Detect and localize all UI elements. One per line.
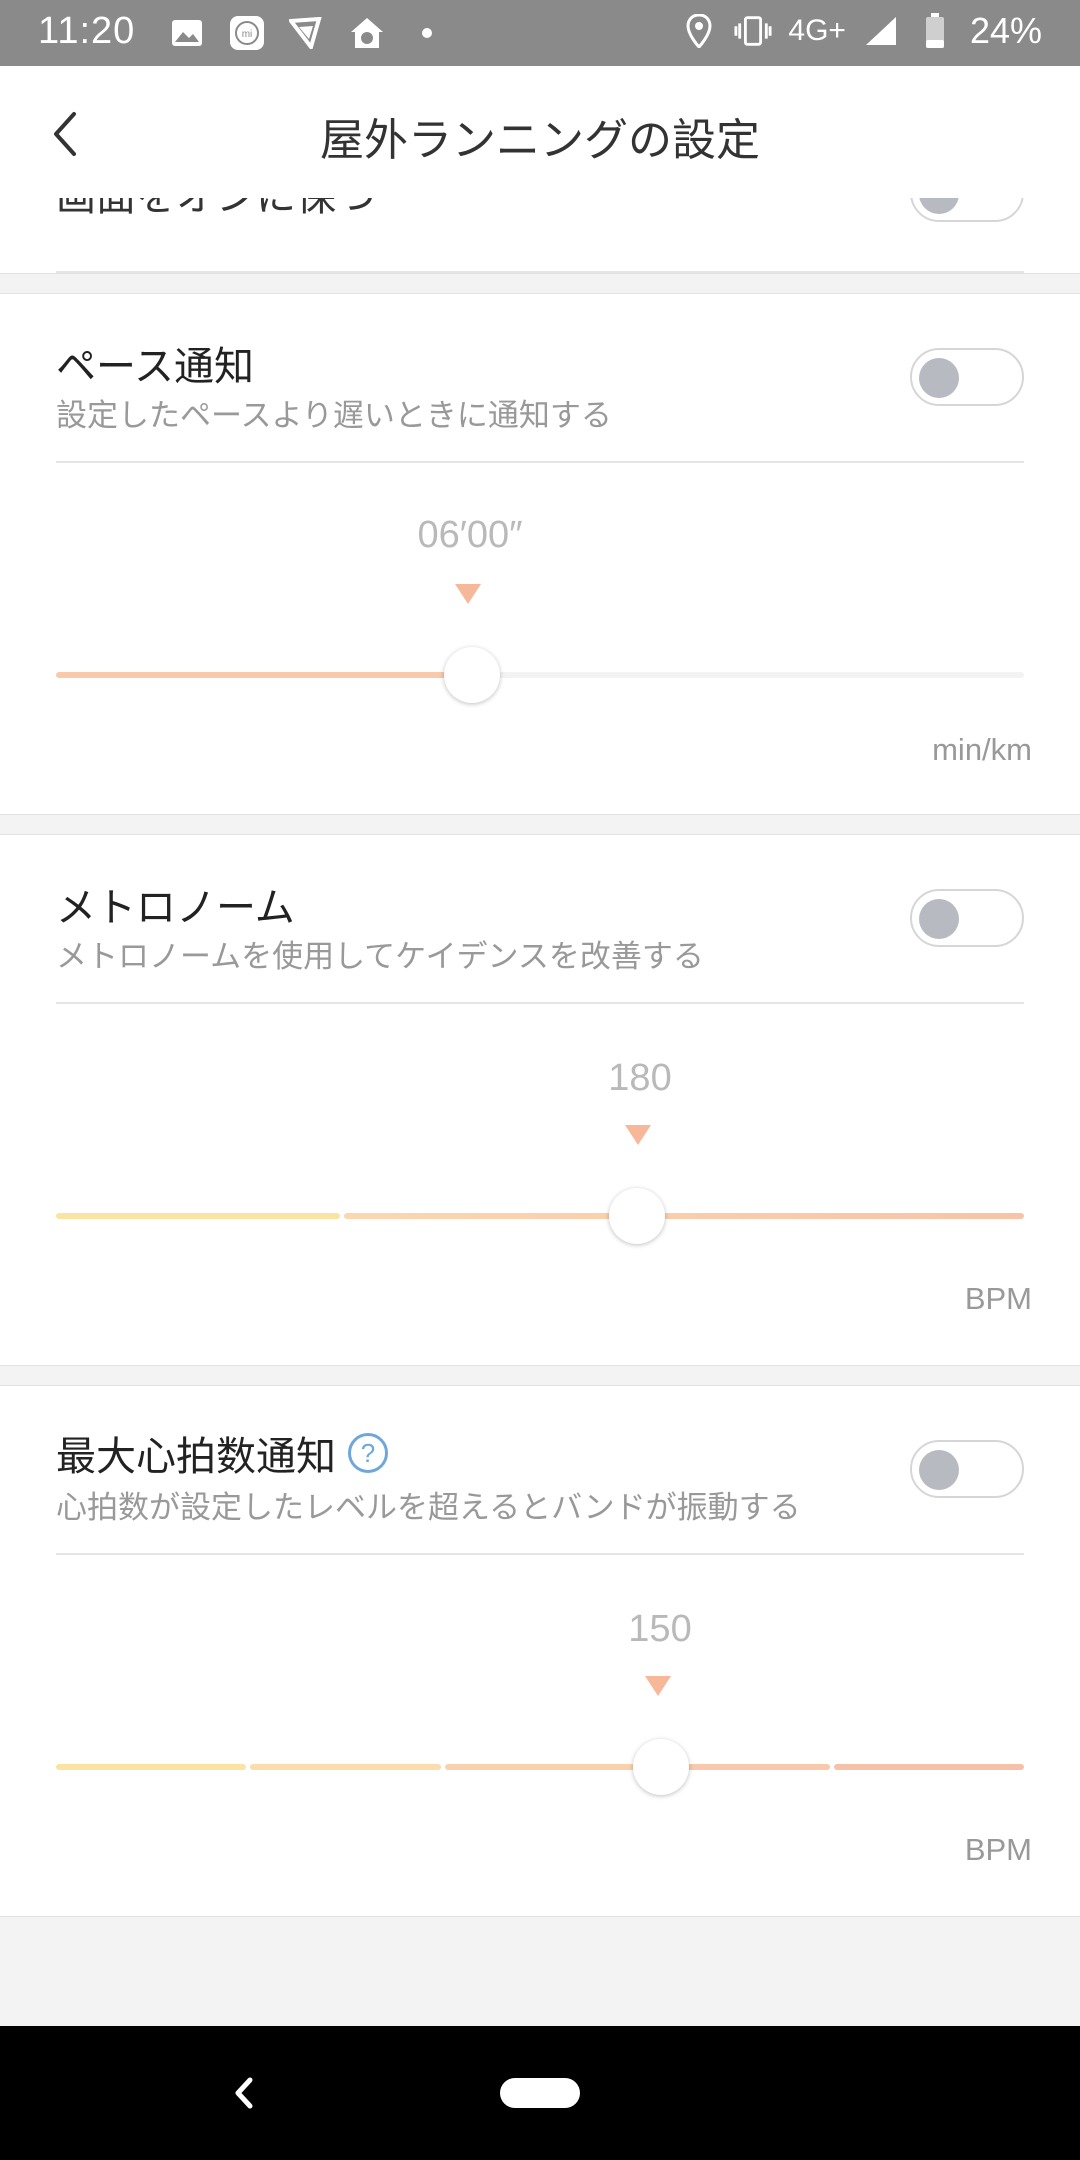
pace-alert-description: 設定したペースより遅いときに通知する	[56, 398, 612, 434]
max-heart-rate-title-text: 最大心拍数通知	[56, 1434, 336, 1480]
nav-back-button[interactable]	[220, 2068, 270, 2118]
status-time: 11:20	[38, 10, 136, 52]
slider-segment	[444, 1764, 636, 1770]
metronome-slider-track[interactable]	[56, 1188, 1024, 1244]
heart-rate-value-label: 150	[628, 1608, 692, 1650]
slider-segment	[343, 1213, 1024, 1219]
help-icon[interactable]: ?	[348, 1433, 388, 1473]
pace-pointer-icon	[455, 584, 481, 604]
divider	[56, 271, 1024, 273]
notification-icons: mi	[168, 14, 446, 52]
metronome-value-label: 180	[608, 1057, 672, 1099]
svg-text:mi: mi	[242, 29, 253, 40]
system-status: 4G+ 24%	[680, 10, 1042, 52]
signal-icon	[862, 12, 900, 50]
pace-slider-track[interactable]	[56, 647, 1024, 703]
toggle-knob	[919, 198, 959, 214]
slider-fill	[56, 672, 473, 678]
network-type: 4G+	[788, 14, 846, 47]
pace-alert-card: ペース通知 設定したペースより遅いときに通知する 06′00″ min/km	[0, 293, 1080, 815]
max-heart-rate-toggle[interactable]	[910, 1440, 1024, 1498]
divider	[56, 1553, 1024, 1555]
divider	[56, 1002, 1024, 1004]
metronome-title: メトロノーム	[56, 875, 295, 933]
system-nav-bar	[0, 2026, 1080, 2160]
battery-percent: 24%	[969, 10, 1042, 51]
mi-icon: mi	[228, 14, 266, 52]
divider	[56, 461, 1024, 463]
keep-screen-on-card: 画面をオンに保つ	[0, 198, 1080, 274]
slider-remaining	[472, 672, 1024, 678]
heart-rate-pointer-icon	[645, 1676, 671, 1696]
nav-home-button[interactable]	[500, 2078, 580, 2108]
keep-screen-on-toggle[interactable]	[910, 198, 1024, 222]
toggle-knob	[919, 358, 959, 398]
vibrate-icon	[734, 12, 772, 50]
metronome-title-text: メトロノーム	[56, 885, 295, 931]
metronome-description: メトロノームを使用してケイデンスを改善する	[56, 939, 704, 975]
app-icon	[288, 14, 326, 52]
pace-alert-toggle[interactable]	[910, 348, 1024, 406]
slider-segment	[56, 1764, 247, 1770]
slider-segment	[56, 1213, 340, 1219]
slider-segment	[250, 1764, 441, 1770]
heart-rate-slider-track[interactable]	[56, 1739, 1024, 1795]
metronome-pointer-icon	[625, 1125, 651, 1145]
dot-icon	[408, 14, 446, 52]
page-title: 屋外ランニングの設定	[320, 115, 760, 166]
pace-alert-title-text: ペース通知	[56, 344, 254, 390]
keep-screen-on-label: 画面をオンに保つ	[56, 198, 376, 222]
slider-segment	[833, 1764, 1024, 1770]
heart-rate-unit: BPM	[964, 1832, 1032, 1867]
toggle-knob	[919, 899, 959, 939]
slider-thumb[interactable]	[608, 1188, 665, 1244]
pace-alert-title: ペース通知	[56, 334, 254, 392]
metronome-card: メトロノーム メトロノームを使用してケイデンスを改善する 180 BPM	[0, 834, 1080, 1366]
nav-back-icon	[235, 2077, 253, 2109]
max-heart-rate-title: 最大心拍数通知 ?	[56, 1424, 388, 1482]
battery-icon	[916, 12, 954, 50]
slider-thumb[interactable]	[633, 1739, 689, 1795]
home-icon	[348, 14, 386, 52]
location-icon	[680, 12, 718, 50]
max-heart-rate-card: 最大心拍数通知 ? 心拍数が設定したレベルを超えるとバンドが振動する 150 B…	[0, 1385, 1080, 1917]
max-heart-rate-description: 心拍数が設定したレベルを超えるとバンドが振動する	[56, 1490, 801, 1526]
metronome-unit: BPM	[964, 1281, 1032, 1316]
metronome-toggle[interactable]	[910, 889, 1024, 947]
pace-value-label: 06′00″	[417, 514, 523, 556]
status-bar: 11:20 mi 4G+ 24%	[0, 0, 1080, 66]
slider-thumb[interactable]	[444, 647, 501, 703]
toggle-knob	[919, 1450, 959, 1490]
gallery-icon	[168, 14, 206, 52]
app-header: 屋外ランニングの設定	[0, 66, 1080, 198]
pace-unit: min/km	[932, 732, 1032, 767]
